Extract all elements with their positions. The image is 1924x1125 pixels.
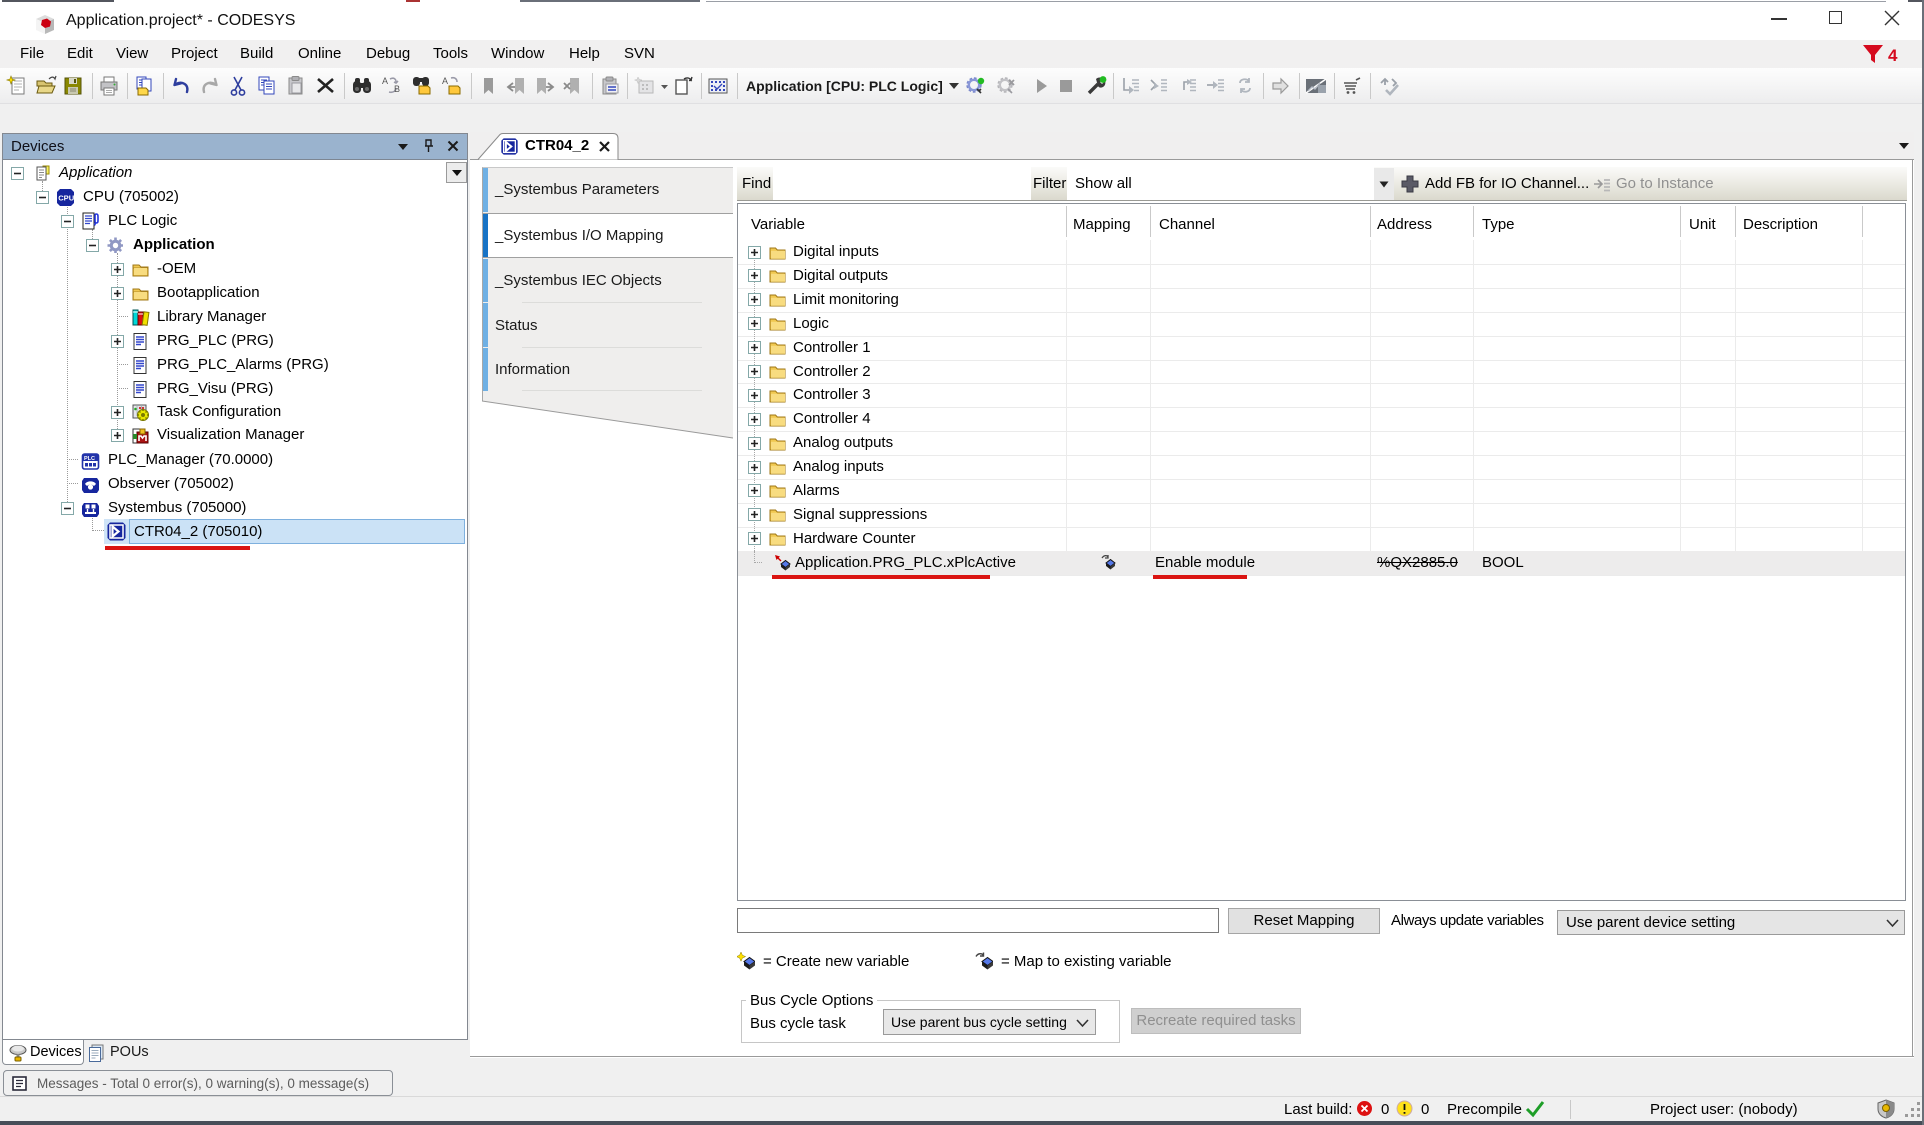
svg-text:CPU: CPU (58, 194, 75, 203)
svg-text:PLC: PLC (84, 456, 95, 462)
svg-text:B: B (394, 84, 400, 94)
svg-text:4: 4 (1888, 46, 1898, 65)
svg-text:A: A (442, 76, 448, 86)
svg-text:A: A (382, 76, 388, 86)
